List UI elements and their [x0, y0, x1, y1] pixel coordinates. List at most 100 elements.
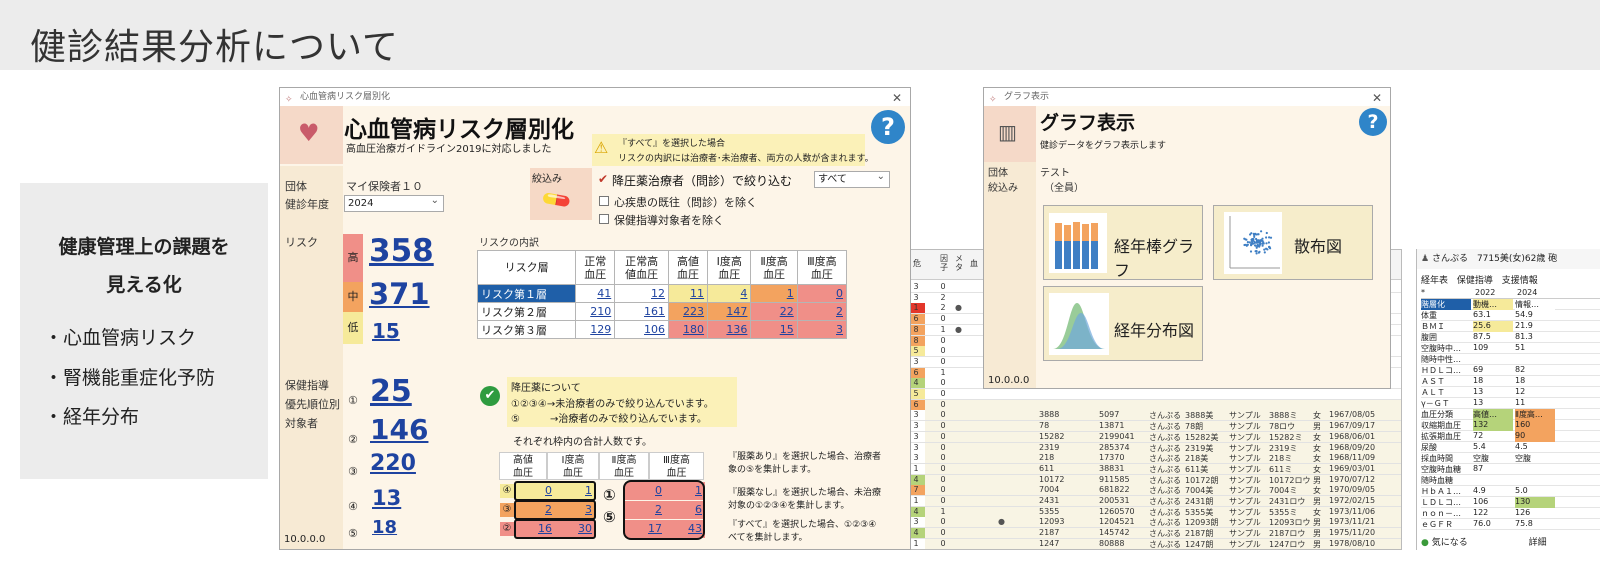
person-row[interactable]: 血圧分類 高値… Ⅱ度高… — [1421, 409, 1600, 420]
filter-drug-option[interactable]: 降圧薬治療者（問診）で絞り込む — [612, 172, 792, 189]
breakdown-cell[interactable]: 22 — [750, 302, 798, 321]
sheet-row[interactable]: ☐60 — [873, 399, 1401, 411]
person-row[interactable]: ＨｂＡ１… 4.9 5.0 — [1421, 486, 1600, 497]
scatter-dot — [1265, 242, 1268, 245]
summary-heading-line2: 見える化 — [106, 274, 182, 296]
sheet-row[interactable]: ☐4153551260570さんぷる5355美サンプル5355ミ女1973/11… — [873, 506, 1401, 518]
bar-graph-button[interactable]: 経年棒グラフ — [1043, 205, 1203, 280]
meta-dot-icon: ● — [998, 517, 1005, 527]
breakdown-cell[interactable]: 3 — [796, 320, 848, 339]
sheet-row[interactable]: ☐4010172911585さんぷる10172朗サンプル10172ロウ男1970… — [873, 474, 1401, 486]
watch-button[interactable]: 気になる — [1432, 538, 1468, 548]
priority-count[interactable]: 13 — [372, 486, 401, 510]
checkmark-icon: ✔ — [598, 172, 609, 186]
person-row[interactable]: γ－ＧＴ 13 11 — [1421, 398, 1600, 409]
breakdown-cell[interactable]: 1 — [750, 284, 798, 303]
help-icon[interactable]: ? — [1359, 108, 1387, 136]
sheet-row[interactable]: ☐30152822199041さんぷる15282美サンプル15282ミ女1968… — [873, 431, 1401, 443]
person-row[interactable]: 収縮期血圧 132 160 — [1421, 420, 1600, 431]
risk-mid-count[interactable]: 371 — [369, 277, 430, 311]
person-row-label: 拡張期血圧 — [1421, 432, 1461, 441]
person-row[interactable]: 随時中性… — [1421, 354, 1600, 365]
risk-high-count[interactable]: 358 — [369, 233, 434, 269]
year-select[interactable]: 2024 — [344, 193, 444, 212]
sheet-cell: 1247 — [1039, 538, 1060, 548]
breakdown-row[interactable]: リスク第３層 129 106 180 136 15 3 — [476, 320, 848, 339]
person-row[interactable]: ＨＤＬコ… 69 82 — [1421, 365, 1600, 376]
breakdown-cell[interactable]: 12 — [614, 284, 670, 303]
person-row[interactable]: ＡＬＴ 13 12 — [1421, 387, 1600, 398]
person-row[interactable]: 体重 63.1 54.9 — [1421, 310, 1600, 321]
breakdown-row[interactable]: リスク第１層 41 12 11 4 1 0 — [476, 284, 848, 303]
priority-count[interactable]: 18 — [372, 517, 397, 538]
breakdown-cell[interactable]: 11 — [668, 284, 709, 303]
breakdown-cell[interactable]: 41 — [575, 284, 616, 303]
sheet-row[interactable]: ☐707004681822さんぷる7004美サンプル7004ミ女1970/09/… — [873, 485, 1401, 497]
breakdown-row-label[interactable]: リスク第２層 — [476, 302, 577, 321]
person-row[interactable]: 尿酸 5.4 4.5 — [1421, 442, 1600, 453]
sheet-row[interactable]: ☐10124780888さんぷる1247朗サンプル1247ロウ男1978/08/… — [873, 538, 1401, 549]
breakdown-row-label[interactable]: リスク第１層 — [476, 284, 577, 303]
priority-count[interactable]: 25 — [370, 374, 412, 409]
sheet-row[interactable]: ☐307813871さんぷる78朗サンプル78ロウ男1967/09/17 — [873, 421, 1401, 433]
person-row[interactable]: 採血時間 空腹 空腹 — [1421, 453, 1600, 464]
sheet-row[interactable]: ☐3021817370さんぷる218美サンプル218ミ女1968/11/09 — [873, 453, 1401, 465]
tab-history[interactable]: 経年表 — [1421, 276, 1448, 286]
sheet-row[interactable]: ☐3038885097さんぷる3888美サンプル3888ミ女1967/08/05 — [873, 410, 1401, 422]
breakdown-cell[interactable]: 4 — [707, 284, 752, 303]
sheet-row[interactable]: ☐50 — [873, 389, 1401, 400]
breakdown-row-label[interactable]: リスク第３層 — [476, 320, 577, 339]
priority-count[interactable]: 220 — [370, 451, 416, 476]
warning-icon: ⚠ — [594, 138, 609, 157]
person-row[interactable]: ＢＭＩ 25.6 21.9 — [1421, 321, 1600, 332]
tab-support[interactable]: 支援情報 — [1502, 276, 1538, 286]
breakdown-cell[interactable]: 129 — [575, 320, 616, 339]
breakdown-cell[interactable]: 15 — [750, 320, 798, 339]
sheet-row[interactable]: ☐30●120931204521さんぷる12093朗サンプル12093ロウ男19… — [873, 517, 1401, 529]
person-row[interactable]: 随時血糖 — [1421, 475, 1600, 486]
scatter-button[interactable]: 散布図 — [1213, 205, 1373, 280]
person-row[interactable]: 階層化 動機… 情報… — [1421, 299, 1600, 310]
person-row[interactable]: 空腹時中… 109 51 — [1421, 343, 1600, 354]
notice-box: ⚠ 『すべて』を選択した場合 リスクの内訳には治療者･未治療者、両方の人数が含ま… — [592, 134, 874, 166]
close-icon[interactable]: ✕ — [1372, 89, 1382, 107]
breakdown-row[interactable]: リスク第２層 210 161 223 147 22 2 — [476, 302, 848, 321]
history-checkbox[interactable] — [599, 196, 609, 206]
breakdown-cell[interactable]: 2 — [796, 302, 848, 321]
help-icon[interactable]: ? — [871, 110, 905, 144]
sheet-cell: 2431ロウ — [1269, 497, 1306, 506]
person-row[interactable]: ＬＤＬコ… 106 130 — [1421, 497, 1600, 508]
sheet-cell: 218 — [1039, 453, 1055, 463]
person-row-label: ＡＬＴ — [1421, 388, 1445, 397]
guidance-checkbox[interactable] — [599, 214, 609, 224]
sheet-row[interactable]: ☐102431200531さんぷる2431朗サンプル2431ロウ男1972/02… — [873, 496, 1401, 507]
sheet-row[interactable]: ☐402187145742さんぷる2187朗サンプル2187ロウ男1975/11… — [873, 528, 1401, 540]
group-value: テスト — [1040, 168, 1070, 179]
priority-count[interactable]: 146 — [370, 413, 428, 446]
distribution-button[interactable]: 経年分布図 — [1043, 286, 1203, 361]
risk-low-count[interactable]: 15 — [372, 319, 400, 343]
person-row[interactable]: ＡＳＴ 18 18 — [1421, 376, 1600, 387]
person-row[interactable]: 空腹時血糖 87 — [1421, 464, 1600, 475]
detail-button[interactable]: 詳細 — [1529, 538, 1547, 548]
scatter-dot — [1251, 238, 1254, 241]
person-value-2024: 130 — [1515, 497, 1555, 508]
breakdown-cell[interactable]: 0 — [796, 284, 848, 303]
factor-cell: 0 — [940, 453, 946, 463]
sheet-row[interactable]: ☐1061138831さんぷる611美サンプル611ミ女1969/03/01 — [873, 463, 1401, 475]
filter-drug-select[interactable]: すべて — [814, 169, 890, 188]
person-row[interactable]: 腹囲 87.5 81.3 — [1421, 332, 1600, 343]
breakdown-cell[interactable]: 223 — [668, 302, 709, 321]
breakdown-cell[interactable]: 147 — [707, 302, 752, 321]
breakdown-cell[interactable]: 161 — [614, 302, 670, 321]
breakdown-cell[interactable]: 180 — [668, 320, 709, 339]
tab-guidance[interactable]: 保健指導 — [1457, 276, 1493, 286]
breakdown-cell[interactable]: 106 — [614, 320, 670, 339]
breakdown-cell[interactable]: 210 — [575, 302, 616, 321]
breakdown-cell[interactable]: 136 — [707, 320, 752, 339]
person-row[interactable]: 拡張期血圧 72 90 — [1421, 431, 1600, 442]
close-icon[interactable]: ✕ — [892, 89, 902, 107]
person-row[interactable]: ｅＧＦＲ 76.0 75.8 — [1421, 519, 1600, 530]
sheet-row[interactable]: ☐302319285374さんぷる2319美サンプル2319ミ女1968/09/… — [873, 442, 1401, 454]
person-row[interactable]: ｎｏｎ－… 122 126 — [1421, 508, 1600, 519]
